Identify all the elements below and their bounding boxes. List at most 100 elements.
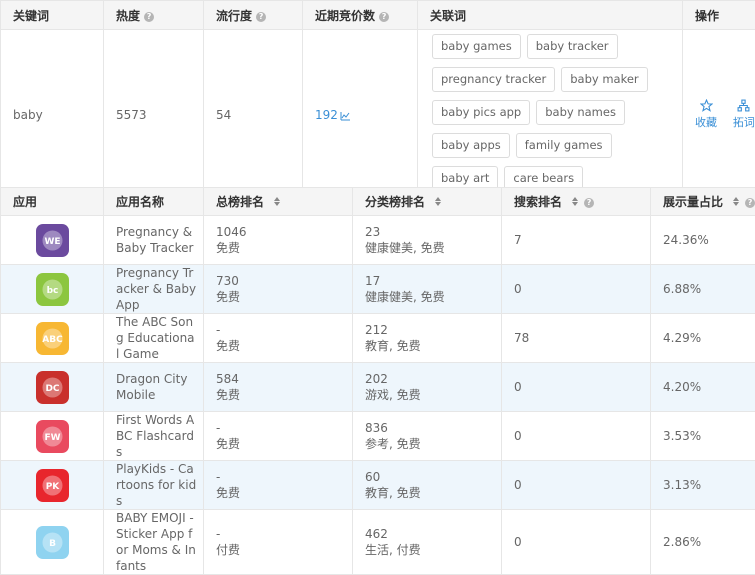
total-rank-cell: -付费 xyxy=(204,510,353,575)
keyword-row: baby 5573 54 192 baby gamesbaby trackerp… xyxy=(1,30,755,200)
app-icon-cell: bc xyxy=(1,265,104,314)
dragon-city-icon[interactable]: DC xyxy=(36,371,69,404)
playkids-icon[interactable]: PK xyxy=(36,469,69,502)
app-name[interactable]: Pregnancy & Baby Tracker xyxy=(104,216,204,265)
actions-cell: 收藏 拓词 xyxy=(683,30,755,200)
help-icon[interactable]: ? xyxy=(256,12,266,22)
app-name[interactable]: BABY EMOJI - Sticker App for Moms & Infa… xyxy=(104,510,204,575)
header-keyword: 关键词 xyxy=(1,1,104,30)
keyword-table: 关键词 热度? 流行度? 近期竞价数? 关联词 操作 baby 5573 54 … xyxy=(0,0,755,200)
babycenter-icon[interactable]: bc xyxy=(36,273,69,306)
app-icon-cell: ABC xyxy=(1,314,104,363)
price-label: 付费 xyxy=(216,542,352,558)
header-heat: 热度? xyxy=(104,1,204,30)
help-icon[interactable]: ? xyxy=(584,198,594,208)
search-rank: 0 xyxy=(502,412,651,461)
category-rank: 17 xyxy=(365,273,501,289)
first-words-icon[interactable]: FW xyxy=(36,420,69,453)
sort-icon[interactable] xyxy=(435,197,443,206)
category-rank-cell: 462生活, 付费 xyxy=(353,510,502,575)
svg-text:bc: bc xyxy=(46,286,58,296)
total-rank-cell: 730免费 xyxy=(204,265,353,314)
total-rank-cell: -免费 xyxy=(204,412,353,461)
app-header-row: 应用 应用名称 总榜排名 分类榜排名 搜索排名? 展示量占比? xyxy=(1,188,755,216)
help-icon[interactable]: ? xyxy=(745,198,755,208)
total-rank-cell: -免费 xyxy=(204,461,353,510)
table-row[interactable]: B BABY EMOJI - Sticker App for Moms & Inf… xyxy=(1,510,755,575)
header-related: 关联词 xyxy=(418,1,683,30)
app-icon-cell: FW xyxy=(1,412,104,461)
app-icon-cell: WE xyxy=(1,216,104,265)
header-search-rank[interactable]: 搜索排名? xyxy=(502,188,651,216)
table-row[interactable]: FW First Words ABC Flashcards-免费 836参考, 免费… xyxy=(1,412,755,461)
total-rank: 1046 xyxy=(216,224,352,240)
category-label: 健康健美, 免费 xyxy=(365,240,501,256)
recent-bids-cell: 192 xyxy=(303,30,418,200)
svg-text:PK: PK xyxy=(45,482,60,492)
recent-bids-link[interactable]: 192 xyxy=(315,108,351,122)
app-icon-cell: B xyxy=(1,510,104,575)
app-name[interactable]: First Words ABC Flashcards xyxy=(104,412,204,461)
sort-icon[interactable] xyxy=(572,197,580,206)
svg-text:B: B xyxy=(49,539,56,549)
category-label: 教育, 免费 xyxy=(365,338,501,354)
category-rank: 212 xyxy=(365,322,501,338)
search-rank: 7 xyxy=(502,216,651,265)
header-app: 应用 xyxy=(1,188,104,216)
header-category-rank[interactable]: 分类榜排名 xyxy=(353,188,502,216)
table-row[interactable]: ABCThe ABC Song Educational Game-免费212教育… xyxy=(1,314,755,363)
total-rank: - xyxy=(216,526,352,542)
app-name[interactable]: Pregnancy Tracker & Baby App xyxy=(104,265,204,314)
impression-share: 24.36% xyxy=(651,216,755,265)
header-impression-share[interactable]: 展示量占比? xyxy=(651,188,755,216)
related-tags: baby gamesbaby trackerpregnancy trackerb… xyxy=(430,30,682,199)
help-icon[interactable]: ? xyxy=(379,12,389,22)
star-icon xyxy=(700,99,713,112)
total-rank: - xyxy=(216,322,352,338)
keyword-value: baby xyxy=(1,30,104,200)
price-label: 免费 xyxy=(216,485,352,501)
price-label: 免费 xyxy=(216,240,352,256)
table-row[interactable]: DCDragon City Mobile584免费202游戏, 免费04.20% xyxy=(1,363,755,412)
app-table: 应用 应用名称 总榜排名 分类榜排名 搜索排名? 展示量占比? WE Pregna… xyxy=(0,187,755,575)
category-rank-cell: 202游戏, 免费 xyxy=(353,363,502,412)
category-rank-cell: 23健康健美, 免费 xyxy=(353,216,502,265)
header-app-name: 应用名称 xyxy=(104,188,204,216)
related-tag[interactable]: baby maker xyxy=(561,67,647,92)
related-tag[interactable]: baby names xyxy=(536,100,625,125)
category-rank: 836 xyxy=(365,420,501,436)
favorite-button[interactable]: 收藏 xyxy=(695,99,717,130)
category-rank-cell: 212教育, 免费 xyxy=(353,314,502,363)
category-rank: 60 xyxy=(365,469,501,485)
table-row[interactable]: bcPregnancy Tracker & Baby App730免费17健康健… xyxy=(1,265,755,314)
related-tag[interactable]: baby tracker xyxy=(527,34,618,59)
expand-keywords-button[interactable]: 拓词 xyxy=(733,99,755,130)
svg-text:ABC: ABC xyxy=(42,335,63,345)
price-label: 免费 xyxy=(216,289,352,305)
sort-icon[interactable] xyxy=(733,197,741,206)
help-icon[interactable]: ? xyxy=(144,12,154,22)
related-tag[interactable]: baby pics app xyxy=(432,100,530,125)
search-rank: 0 xyxy=(502,363,651,412)
impression-share: 3.53% xyxy=(651,412,755,461)
abc-song-icon[interactable]: ABC xyxy=(36,322,69,355)
total-rank: - xyxy=(216,420,352,436)
app-name[interactable]: PlayKids - Cartoons for kids xyxy=(104,461,204,510)
baby-emoji-icon[interactable]: B xyxy=(36,526,69,559)
header-total-rank[interactable]: 总榜排名 xyxy=(204,188,353,216)
app-name[interactable]: The ABC Song Educational Game xyxy=(104,314,204,363)
related-tag[interactable]: baby games xyxy=(432,34,521,59)
impression-share: 4.20% xyxy=(651,363,755,412)
sort-icon[interactable] xyxy=(274,197,282,206)
category-label: 生活, 付费 xyxy=(365,542,501,558)
related-tags-cell: baby gamesbaby trackerpregnancy trackerb… xyxy=(418,30,683,200)
table-row[interactable]: PKPlayKids - Cartoons for kids-免费60教育, 免… xyxy=(1,461,755,510)
related-tag[interactable]: family games xyxy=(516,133,612,158)
app-name[interactable]: Dragon City Mobile xyxy=(104,363,204,412)
related-tag[interactable]: pregnancy tracker xyxy=(432,67,555,92)
what-to-expect-icon[interactable]: WE xyxy=(36,224,69,257)
trend-chart-icon[interactable] xyxy=(340,111,351,121)
related-tag[interactable]: baby apps xyxy=(432,133,510,158)
table-row[interactable]: WE Pregnancy & Baby Tracker 1046免费23健康健美, … xyxy=(1,216,755,265)
category-label: 参考, 免费 xyxy=(365,436,501,452)
